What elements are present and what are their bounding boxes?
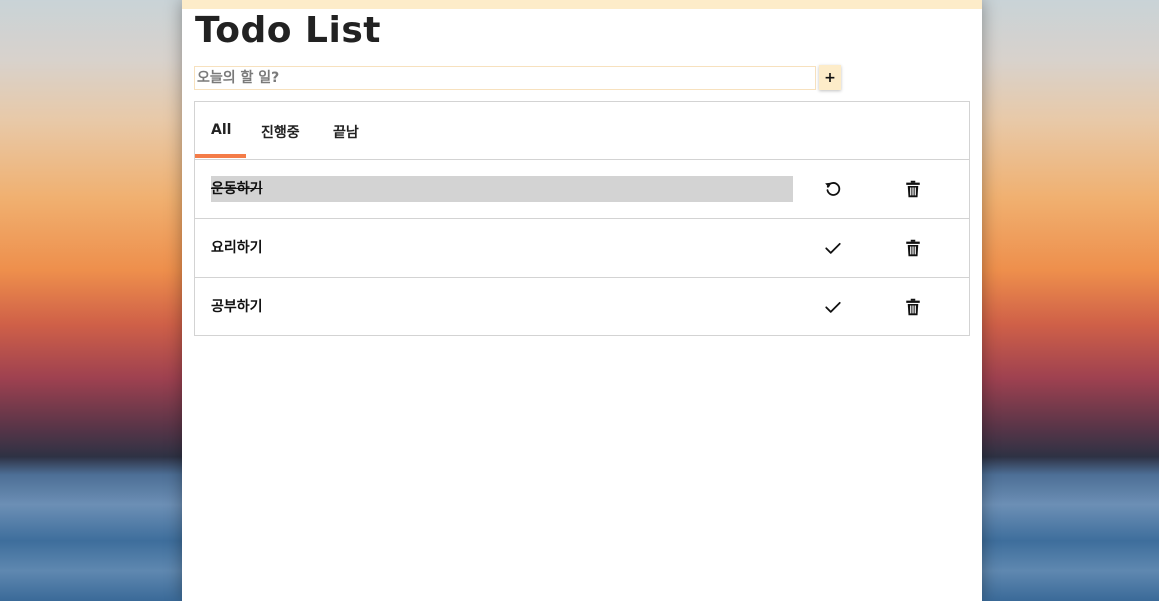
task-row: 공부하기 <box>195 278 969 336</box>
tab-in-progress[interactable]: 진행중 <box>261 122 300 142</box>
task-text: 공부하기 <box>211 299 263 315</box>
todo-app: Todo List + All 진행중 끝남 운동하기 요리하기 <box>182 0 982 601</box>
top-stripe <box>182 0 982 9</box>
trash-icon[interactable] <box>901 177 925 201</box>
add-task-button[interactable]: + <box>819 65 841 90</box>
check-icon[interactable] <box>821 295 845 319</box>
tab-bar: All 진행중 끝남 <box>195 102 969 160</box>
task-text: 운동하기 <box>211 176 793 202</box>
task-text: 요리하기 <box>211 240 263 256</box>
task-row: 운동하기 <box>195 160 969 219</box>
trash-icon[interactable] <box>901 236 925 260</box>
tab-all[interactable]: All <box>211 122 231 138</box>
check-icon[interactable] <box>821 236 845 260</box>
tab-done[interactable]: 끝남 <box>333 122 359 142</box>
task-panel: All 진행중 끝남 운동하기 요리하기 공부하기 <box>194 101 970 336</box>
trash-icon[interactable] <box>901 295 925 319</box>
todo-input[interactable] <box>194 66 816 90</box>
undo-icon[interactable] <box>821 177 845 201</box>
page-title: Todo List <box>195 10 381 51</box>
tab-underline <box>195 154 246 158</box>
task-row: 요리하기 <box>195 219 969 278</box>
